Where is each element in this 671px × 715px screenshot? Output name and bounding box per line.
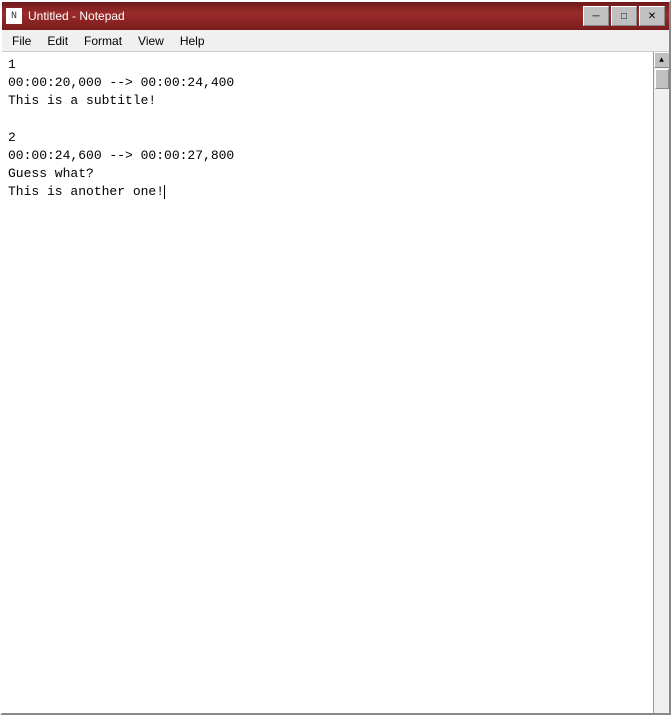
menu-edit[interactable]: Edit	[39, 32, 76, 50]
minimize-button[interactable]: ─	[583, 6, 609, 26]
maximize-button[interactable]: □	[611, 6, 637, 26]
menu-help[interactable]: Help	[172, 32, 213, 50]
menu-file[interactable]: File	[4, 32, 39, 50]
app-icon-letter: N	[11, 11, 17, 22]
window-controls: ─ □ ✕	[583, 6, 665, 26]
text-editor[interactable]: 1 00:00:20,000 --> 00:00:24,400 This is …	[2, 52, 653, 713]
vertical-scrollbar[interactable]: ▲	[653, 52, 669, 713]
close-button[interactable]: ✕	[639, 6, 665, 26]
menu-view[interactable]: View	[130, 32, 172, 50]
title-bar: N Untitled - Notepad ─ □ ✕	[2, 2, 669, 30]
window-title: Untitled - Notepad	[28, 9, 125, 23]
app-icon: N	[6, 8, 22, 24]
title-bar-left: N Untitled - Notepad	[6, 8, 125, 24]
scrollbar-thumb[interactable]	[655, 69, 669, 89]
editor-area[interactable]: 1 00:00:20,000 --> 00:00:24,400 This is …	[2, 52, 669, 713]
menu-bar: File Edit Format View Help	[2, 30, 669, 52]
notepad-window: N Untitled - Notepad ─ □ ✕ File Edit For…	[0, 0, 671, 715]
scroll-up-button[interactable]: ▲	[654, 52, 670, 68]
menu-format[interactable]: Format	[76, 32, 130, 50]
text-cursor	[164, 185, 165, 199]
